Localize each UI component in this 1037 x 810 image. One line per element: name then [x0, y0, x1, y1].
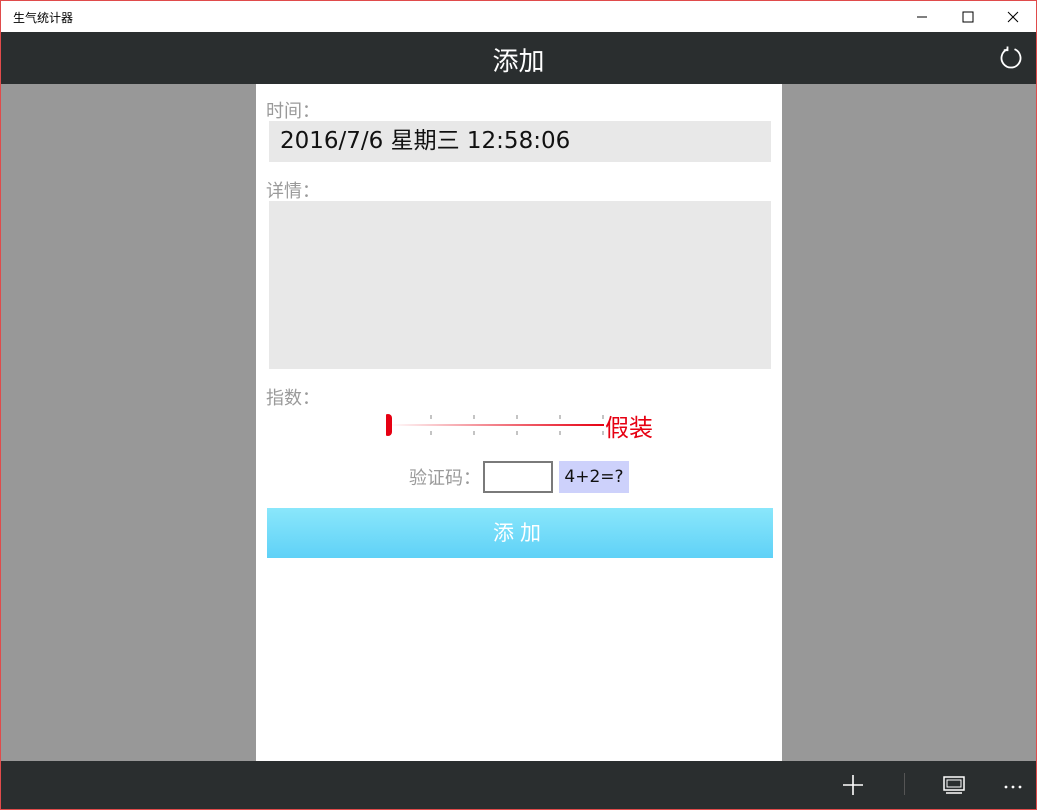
window-title: 生气统计器 [13, 11, 74, 25]
close-button[interactable] [990, 1, 1036, 32]
view-icon [943, 776, 965, 794]
minimize-button[interactable] [899, 1, 945, 32]
add-button[interactable]: 添加 [267, 508, 773, 558]
refresh-icon [1000, 46, 1022, 69]
app-window: 生气统计器 添加 时间： 2016/7/6 星期三 12:58:06 详情： 指… [0, 0, 1037, 810]
app-header: 添加 [1, 32, 1036, 84]
slider-thumb [384, 414, 392, 436]
detail-textarea[interactable] [269, 201, 771, 369]
captcha-input[interactable] [483, 461, 553, 493]
index-label: 指数： [266, 388, 320, 409]
slider-graphic [384, 414, 604, 436]
add-app-button[interactable] [839, 771, 867, 799]
slider-value-text: 假装 [605, 414, 653, 442]
anger-index-slider[interactable] [384, 411, 606, 441]
more-app-button[interactable] [999, 771, 1027, 799]
close-icon [1007, 11, 1019, 22]
maximize-icon [962, 11, 974, 22]
maximize-button[interactable] [945, 1, 991, 32]
appbar-separator [904, 773, 905, 795]
detail-label: 详情： [266, 181, 320, 202]
title-bar: 生气统计器 [1, 1, 1036, 32]
refresh-button[interactable] [997, 44, 1025, 72]
time-label: 时间： [266, 101, 320, 122]
time-field[interactable]: 2016/7/6 星期三 12:58:06 [269, 121, 771, 162]
add-icon [843, 775, 863, 795]
form-panel: 时间： 2016/7/6 星期三 12:58:06 详情： 指数： 假装 验证码… [256, 84, 782, 761]
bottom-app-bar [1, 761, 1036, 809]
minimize-icon [917, 16, 927, 17]
slider-track [388, 424, 604, 426]
more-icon [1004, 785, 1022, 789]
page-title: 添加 [492, 47, 545, 77]
captcha-label: 验证码： [409, 468, 481, 489]
view-app-button[interactable] [940, 771, 968, 799]
captcha-question: 4+2=? [559, 461, 629, 493]
